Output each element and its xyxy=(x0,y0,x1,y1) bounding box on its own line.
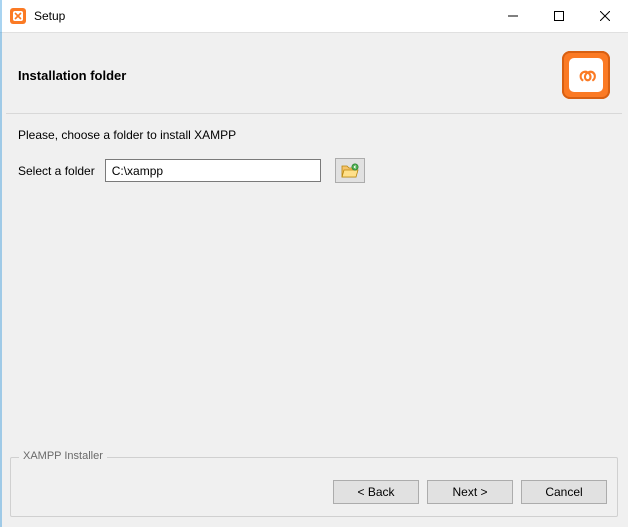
close-button[interactable] xyxy=(582,0,628,31)
back-button[interactable]: < Back xyxy=(333,480,419,504)
maximize-icon xyxy=(554,11,564,21)
titlebar: Setup xyxy=(0,0,628,32)
folder-open-icon xyxy=(341,163,359,179)
footer-group-label: XAMPP Installer xyxy=(19,450,107,462)
next-button[interactable]: Next > xyxy=(427,480,513,504)
window-title: Setup xyxy=(34,9,490,23)
wizard-buttons: < Back Next > Cancel xyxy=(333,480,607,504)
close-icon xyxy=(600,11,610,21)
xampp-logo-glyph: ത xyxy=(569,58,603,92)
wizard-header: Installation folder ത xyxy=(0,33,628,105)
instruction-text: Please, choose a folder to install XAMPP xyxy=(18,128,610,142)
window-body: Installation folder ത Please, choose a f… xyxy=(0,32,628,527)
footer-group: XAMPP Installer < Back Next > Cancel xyxy=(10,457,618,517)
wizard-content: Please, choose a folder to install XAMPP… xyxy=(0,114,628,445)
minimize-button[interactable] xyxy=(490,0,536,31)
page-title: Installation folder xyxy=(18,68,562,83)
browse-button[interactable] xyxy=(335,158,365,183)
folder-path-input[interactable] xyxy=(105,159,321,182)
folder-field-label: Select a folder xyxy=(18,164,95,178)
cancel-button[interactable]: Cancel xyxy=(521,480,607,504)
folder-field-row: Select a folder xyxy=(18,158,610,183)
window-controls xyxy=(490,0,628,31)
xampp-logo: ത xyxy=(562,51,610,99)
wizard-footer: XAMPP Installer < Back Next > Cancel xyxy=(0,445,628,527)
minimize-icon xyxy=(508,11,518,21)
app-icon xyxy=(10,8,26,24)
maximize-button[interactable] xyxy=(536,0,582,31)
